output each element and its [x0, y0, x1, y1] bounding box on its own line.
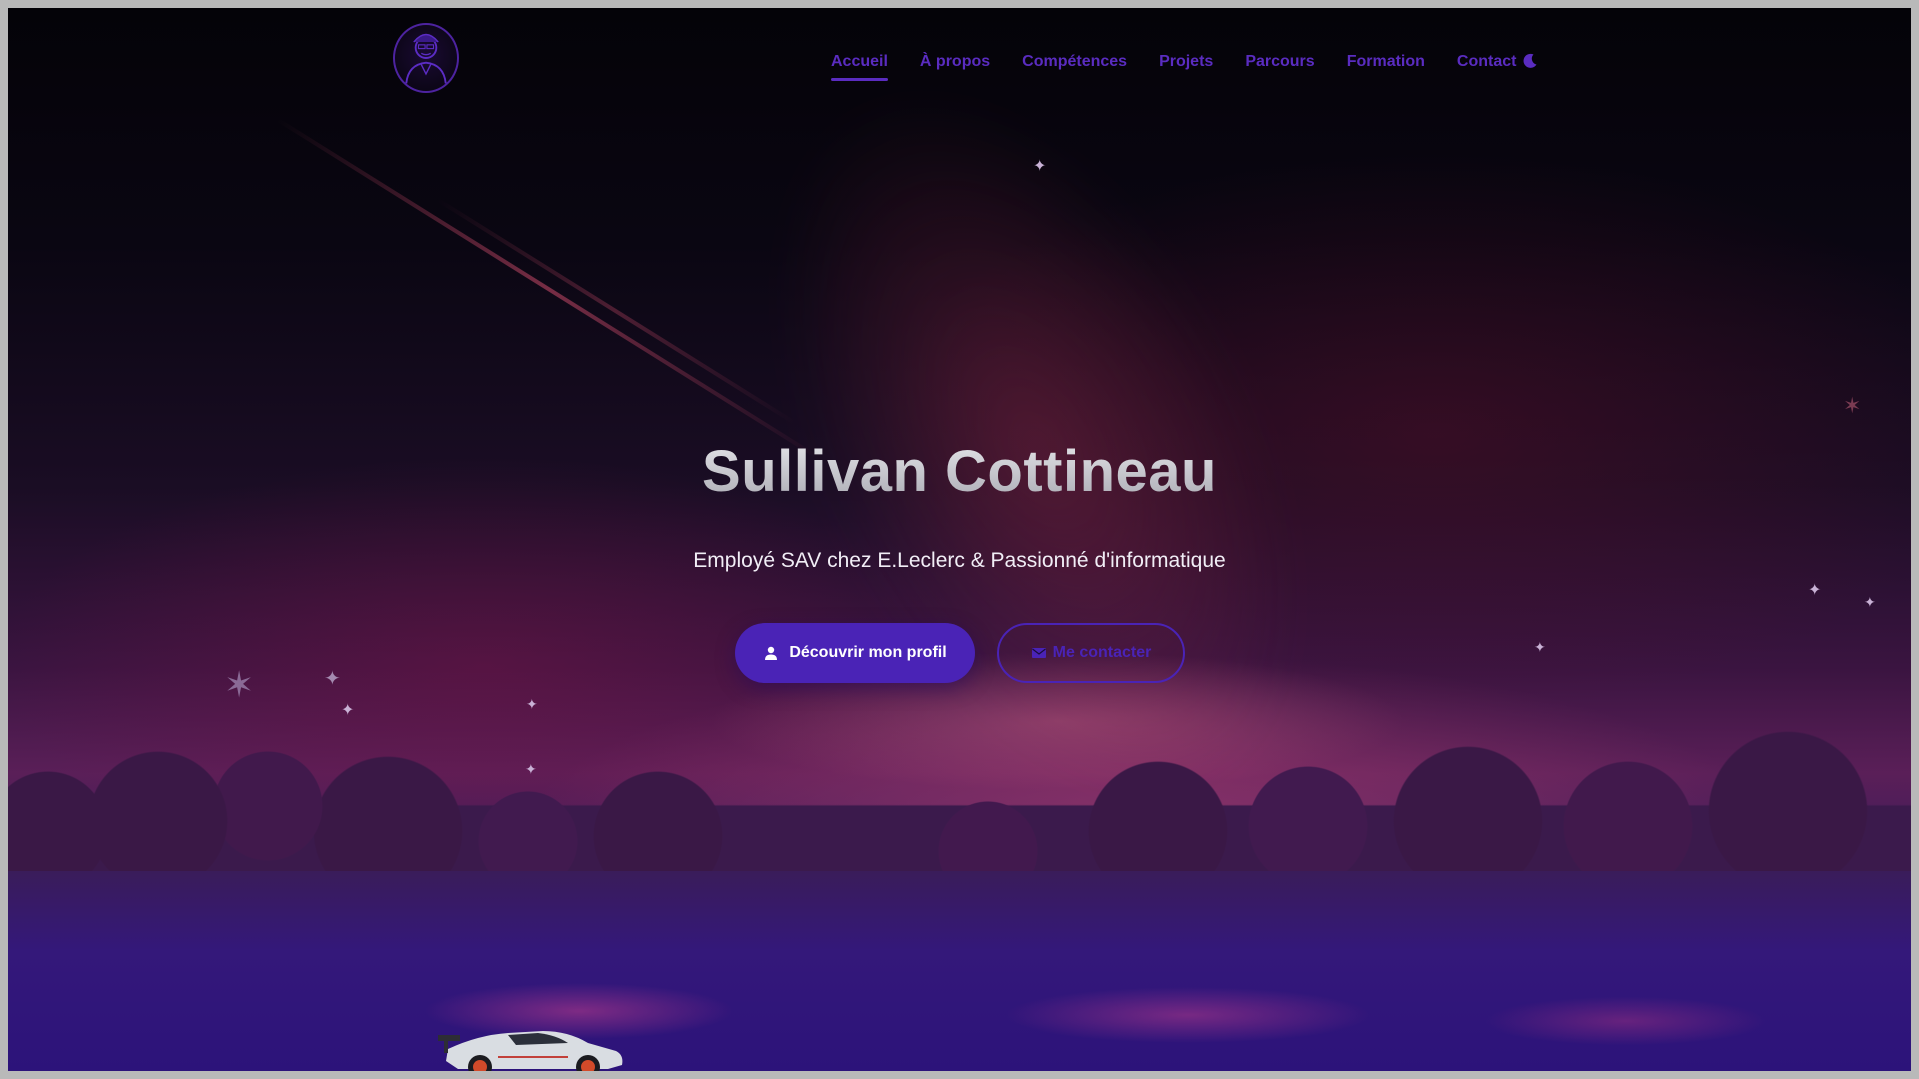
star-decoration: ✦: [1534, 640, 1546, 656]
hero-title: Sullivan Cottineau: [8, 438, 1911, 505]
contact-me-button[interactable]: Me contacter: [997, 623, 1185, 683]
hero-subtitle: Employé SAV chez E.Leclerc & Passionné d…: [693, 549, 1226, 572]
moon-icon: [1523, 53, 1537, 68]
star-decoration: ✶: [224, 665, 255, 706]
star-decoration: ✦: [1864, 595, 1876, 611]
treeline: [8, 711, 1911, 881]
star-decoration: ✦: [1033, 156, 1047, 175]
envelope-icon: [1031, 648, 1046, 658]
nav-link-formation[interactable]: Formation: [1347, 53, 1425, 71]
sports-car-image: [438, 1031, 623, 1071]
user-icon: [765, 646, 778, 660]
star-decoration: ✦: [1808, 580, 1822, 599]
lake-reflection: [8, 871, 1911, 1071]
discover-profile-label: Découvrir mon profil: [789, 644, 947, 661]
main-menu: Accueil À propos Compétences Projets Par…: [831, 53, 1548, 81]
nav-link-projets[interactable]: Projets: [1159, 53, 1213, 71]
nav-link-competences[interactable]: Compétences: [1022, 53, 1127, 71]
star-decoration: ✦: [324, 666, 341, 690]
top-navigation: Accueil À propos Compétences Projets Par…: [8, 8, 1911, 98]
star-decoration: ✶: [1843, 394, 1862, 419]
avatar-logo-icon[interactable]: [393, 23, 459, 93]
contact-me-label: Me contacter: [1052, 644, 1152, 661]
page-viewport: ✦ ✶ ✶ ✦ ✦ ✦ ✦ ✦ ✦ ✦ Accueil À propos Com…: [8, 8, 1911, 1071]
nav-link-contact[interactable]: Contact: [1457, 53, 1517, 71]
nav-link-accueil[interactable]: Accueil: [831, 53, 888, 81]
discover-profile-button[interactable]: Découvrir mon profil: [735, 623, 975, 683]
theme-toggle-button[interactable]: [1520, 51, 1540, 71]
avatar-logo-icon: [405, 33, 447, 84]
nav-link-a-propos[interactable]: À propos: [920, 53, 990, 71]
nav-link-parcours[interactable]: Parcours: [1245, 53, 1314, 71]
star-decoration: ✦: [526, 697, 538, 713]
